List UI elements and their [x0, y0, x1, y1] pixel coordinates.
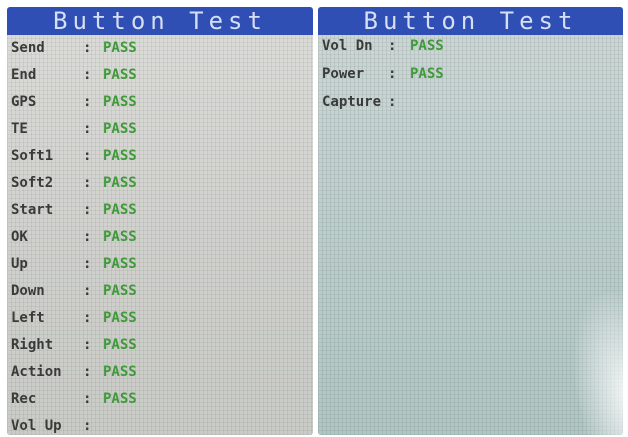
button-label: OK — [11, 229, 28, 245]
status-pass: PASS — [103, 229, 137, 245]
status-pass: PASS — [103, 364, 137, 380]
status-pass: PASS — [103, 391, 137, 407]
button-label: Send — [11, 40, 45, 56]
screen-title: Button Test — [7, 7, 313, 35]
status-pass: PASS — [103, 67, 137, 83]
button-label: Start — [11, 202, 54, 218]
status-pass: PASS — [410, 66, 444, 82]
button-label: TE — [11, 121, 28, 137]
status-pass: PASS — [103, 337, 137, 353]
button-label: Soft1 — [11, 148, 54, 164]
status-pass: PASS — [103, 175, 137, 191]
separator: : — [388, 38, 397, 54]
button-label: Vol Dn — [322, 38, 373, 54]
status-pass: PASS — [103, 94, 137, 110]
separator: : — [83, 391, 92, 407]
button-label: Capture — [322, 94, 382, 110]
button-label: Rec — [11, 391, 37, 407]
button-label: Left — [11, 310, 45, 326]
separator: : — [83, 310, 92, 326]
button-label: End — [11, 67, 37, 83]
status-pass: PASS — [410, 38, 444, 54]
right-screen-photo: Button Test Vol Dn: PASS Power: PASS Captu… — [318, 7, 623, 435]
screen-title: Button Test — [318, 7, 623, 35]
button-label: Action — [11, 364, 62, 380]
separator: : — [83, 40, 92, 56]
button-label: Soft2 — [11, 175, 54, 191]
separator: : — [83, 256, 92, 272]
button-label: Up — [11, 256, 28, 272]
separator: : — [83, 175, 92, 191]
button-label: GPS — [11, 94, 37, 110]
status-pass: PASS — [103, 148, 137, 164]
separator: : — [83, 148, 92, 164]
button-label: Power — [322, 66, 365, 82]
button-label: Right — [11, 337, 54, 353]
separator: : — [83, 418, 92, 434]
separator: : — [83, 121, 92, 137]
status-pass: PASS — [103, 202, 137, 218]
separator: : — [388, 94, 397, 110]
status-pass: PASS — [103, 121, 137, 137]
separator: : — [83, 229, 92, 245]
status-pass: PASS — [103, 283, 137, 299]
status-pass: PASS — [103, 310, 137, 326]
left-screen-photo: Button Test Send: PASS End: PASS GPS: PASS … — [7, 7, 313, 435]
separator: : — [388, 66, 397, 82]
button-label: Down — [11, 283, 45, 299]
separator: : — [83, 67, 92, 83]
status-pass: PASS — [103, 40, 137, 56]
separator: : — [83, 283, 92, 299]
separator: : — [83, 337, 92, 353]
separator: : — [83, 202, 92, 218]
status-pass: PASS — [103, 256, 137, 272]
button-label: Vol Up — [11, 418, 62, 434]
separator: : — [83, 364, 92, 380]
separator: : — [83, 94, 92, 110]
